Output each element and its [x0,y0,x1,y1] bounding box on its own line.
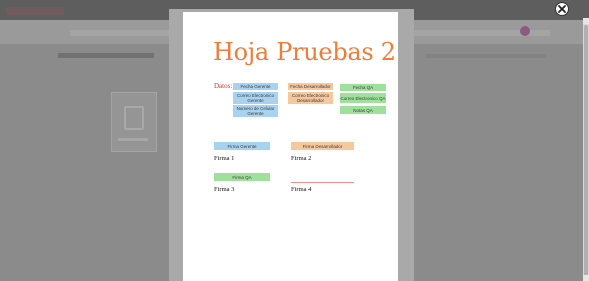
field-firma-gerente[interactable]: Firma Gerente [214,142,270,150]
document-page: Hoja Pruebas 2 Datos: Fecha Gerente Corr… [183,12,398,281]
viewer-scrollbar[interactable] [583,18,589,281]
field-fecha-desarrollador[interactable]: Fecha Desarrollador [288,83,333,90]
signature-label-4: Firma 4 [291,186,312,193]
field-notas-qa[interactable]: Notas QA [340,106,386,114]
field-correo-desarrollador[interactable]: Correo Electronico Desarrollador [288,92,333,104]
background-app-logo [6,7,64,15]
field-celular-gerente[interactable]: Numero de Celular Gerente [233,105,278,117]
document-viewer[interactable]: Hoja Pruebas 2 Datos: Fecha Gerente Corr… [169,9,414,281]
close-icon [558,5,566,13]
background-toolbar-actions [426,54,546,58]
scroll-down-arrow[interactable] [583,275,589,281]
field-fecha-qa[interactable]: Fecha QA [340,84,386,91]
close-viewer-button[interactable] [555,2,569,16]
datos-label: Datos: [214,82,233,90]
field-correo-gerente[interactable]: Correo Electronico Gerente [233,92,278,104]
signature-label-1: Firma 1 [214,155,235,162]
scrollbar-thumb[interactable] [584,25,588,280]
field-fecha-gerente[interactable]: Fecha Gerente [233,83,278,90]
background-section-title [58,53,154,58]
field-firma-desarrollador[interactable]: Firma Desarrollador [291,142,354,150]
document-title: Hoja Pruebas 2 [213,38,396,66]
scroll-up-arrow[interactable] [583,18,589,24]
signature-label-2: Firma 2 [291,155,312,162]
background-document-card-label [118,138,148,141]
document-icon [124,106,144,130]
field-correo-qa[interactable]: Correo Electronico QA [340,93,386,103]
field-firma-qa[interactable]: Firma QA [214,173,270,181]
signature-line-4[interactable] [291,182,354,183]
background-user-avatar [520,26,530,36]
signature-label-3: Firma 3 [214,186,235,193]
